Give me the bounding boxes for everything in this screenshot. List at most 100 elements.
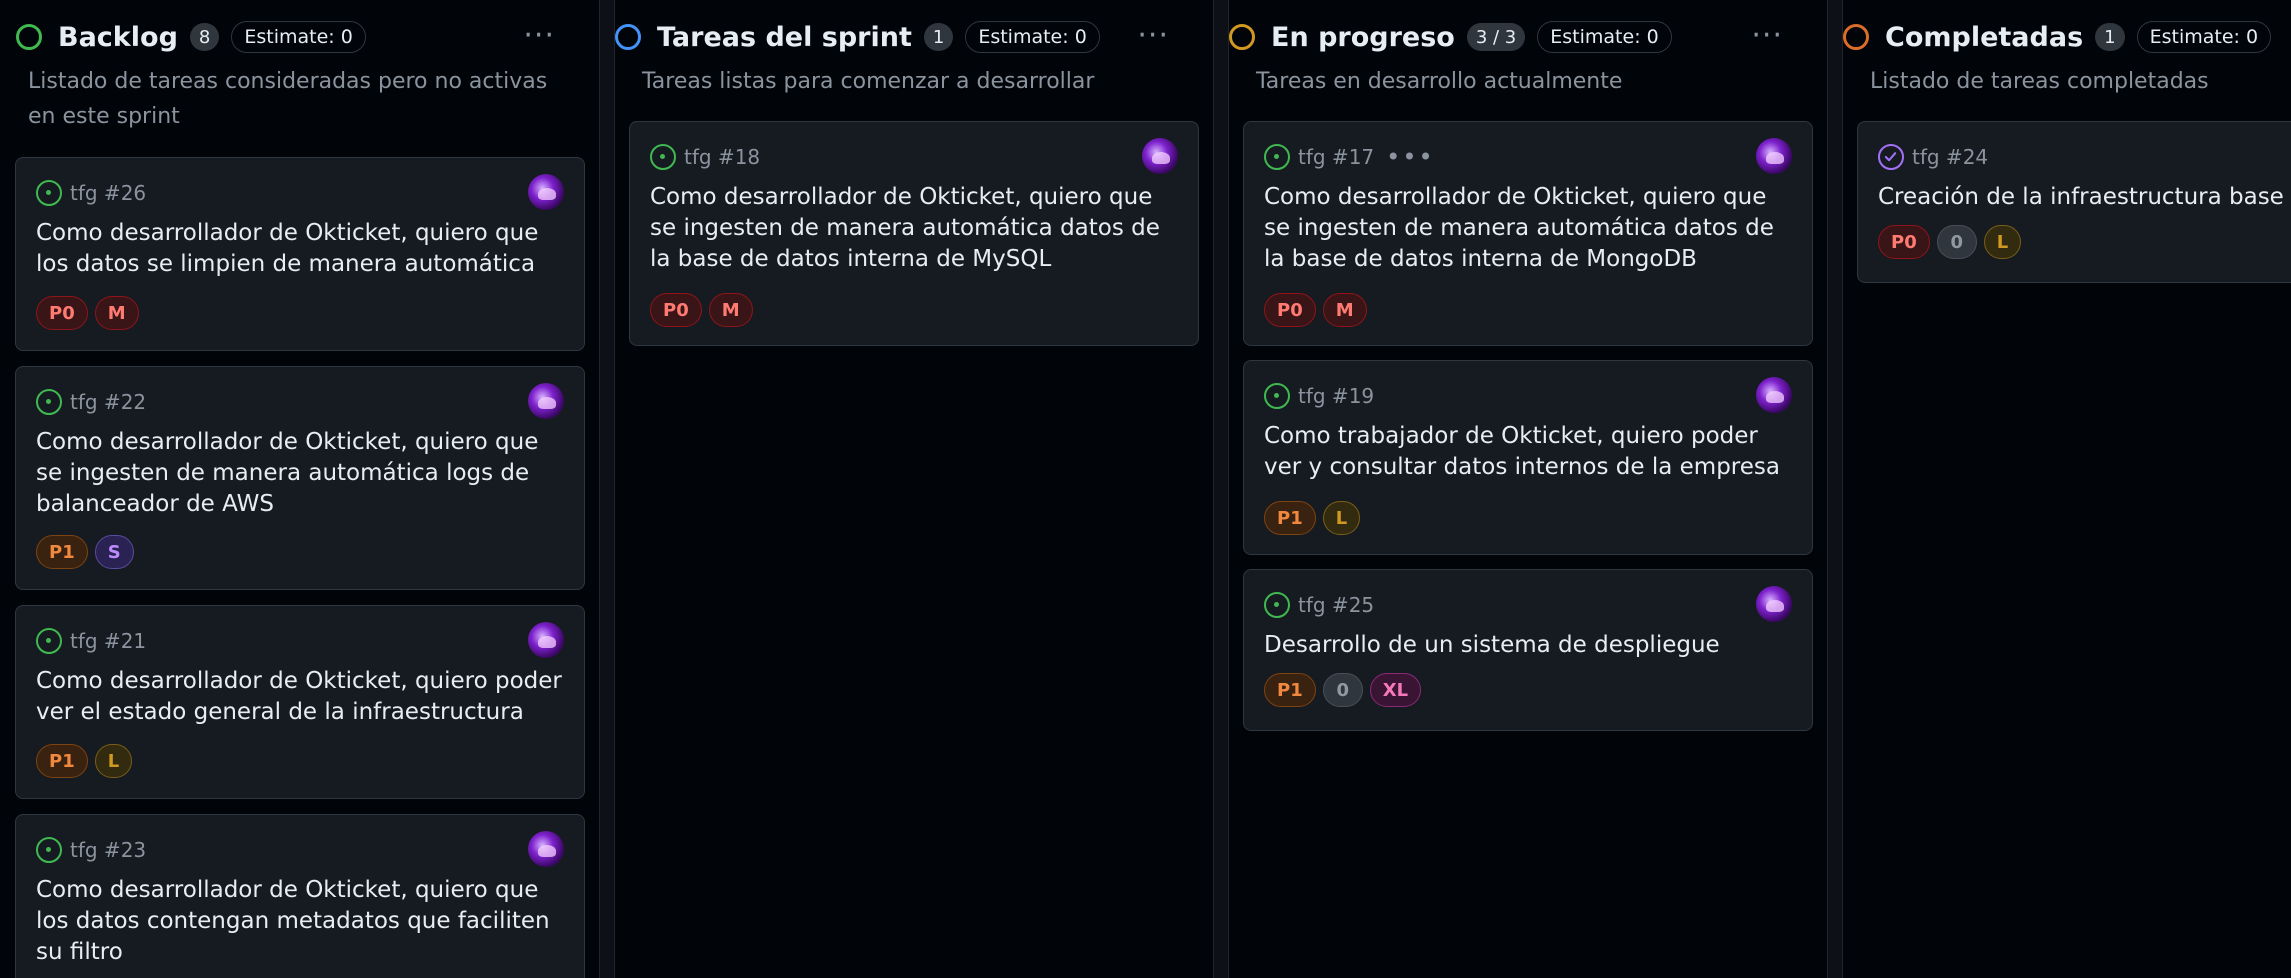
status-circle-icon: [1843, 24, 1869, 50]
assignee-avatar[interactable]: [1756, 138, 1792, 174]
card-header: tfg #22: [36, 387, 146, 417]
issue-title[interactable]: Como desarrollador de Okticket, quiero q…: [36, 218, 570, 280]
column-divider[interactable]: [1213, 0, 1229, 978]
issue-reference[interactable]: tfg #26: [70, 181, 146, 205]
priority-label[interactable]: P1: [1264, 673, 1316, 707]
issue-card[interactable]: tfg #21 Como desarrollador de Okticket, …: [15, 605, 585, 799]
column-backlog: Backlog 8 Estimate: 0 ··· Listado de tar…: [0, 0, 599, 978]
assignee-avatar[interactable]: [1756, 377, 1792, 413]
more-options-icon[interactable]: •••: [1386, 145, 1434, 169]
open-issue-icon: [36, 837, 62, 863]
issue-card[interactable]: tfg #18 Como desarrollador de Okticket, …: [629, 121, 1199, 346]
column-menu-icon[interactable]: ···: [1137, 21, 1169, 51]
size-label[interactable]: S: [94, 535, 134, 569]
column-menu-icon[interactable]: ···: [523, 21, 555, 51]
card-header: tfg #24: [1878, 142, 1988, 172]
open-issue-icon: [36, 389, 62, 415]
issue-title[interactable]: Como trabajador de Okticket, quiero pode…: [1264, 421, 1798, 483]
estimate-badge: Estimate: 0: [965, 21, 1100, 53]
open-issue-icon: [1264, 383, 1290, 409]
issue-title[interactable]: Como desarrollador de Okticket, quiero q…: [36, 427, 570, 520]
issue-card[interactable]: tfg #24 Creación de la infraestructura b…: [1857, 121, 2291, 283]
column-menu-icon[interactable]: ···: [1751, 21, 1783, 51]
issue-reference[interactable]: tfg #24: [1912, 145, 1988, 169]
status-circle-icon: [615, 24, 641, 50]
status-circle-icon: [16, 24, 42, 50]
column-in-progress: En progreso 3 / 3 Estimate: 0 ··· Tareas…: [1229, 0, 1827, 978]
column-title[interactable]: Backlog: [58, 22, 178, 53]
priority-label[interactable]: P1: [36, 744, 88, 778]
assignee-avatar[interactable]: [528, 622, 564, 658]
open-issue-icon: [36, 180, 62, 206]
issue-title[interactable]: Desarrollo de un sistema de despliegue: [1264, 630, 1798, 661]
label-list: P0 M: [650, 293, 753, 327]
issue-card[interactable]: tfg #19 Como trabajador de Okticket, qui…: [1243, 360, 1813, 555]
size-label[interactable]: M: [1322, 293, 1367, 327]
size-label[interactable]: L: [94, 744, 133, 778]
column-title[interactable]: Completadas: [1885, 22, 2083, 53]
label-list: P0 M: [36, 296, 139, 330]
issue-title[interactable]: Como desarrollador de Okticket, quiero p…: [36, 666, 570, 728]
issue-reference[interactable]: tfg #19: [1298, 384, 1374, 408]
issue-reference[interactable]: tfg #21: [70, 629, 146, 653]
issue-card[interactable]: tfg #23 Como desarrollador de Okticket, …: [15, 814, 585, 978]
column-divider[interactable]: [599, 0, 615, 978]
issue-card[interactable]: tfg #26 Como desarrollador de Okticket, …: [15, 157, 585, 351]
column-header: Completadas 1 Estimate: 0: [1843, 18, 2291, 56]
size-label[interactable]: L: [1322, 501, 1361, 535]
card-header: tfg #19: [1264, 381, 1374, 411]
issue-reference[interactable]: tfg #18: [684, 145, 760, 169]
priority-label[interactable]: P1: [36, 535, 88, 569]
card-header: tfg #17 •••: [1264, 142, 1435, 172]
issue-title[interactable]: Como desarrollador de Okticket, quiero q…: [1264, 182, 1798, 275]
priority-label[interactable]: P1: [1264, 501, 1316, 535]
issue-reference[interactable]: tfg #23: [70, 838, 146, 862]
column-title[interactable]: Tareas del sprint: [657, 22, 912, 53]
estimate-label[interactable]: 0: [1322, 673, 1363, 707]
closed-issue-check-icon: [1878, 144, 1904, 170]
assignee-avatar[interactable]: [1756, 586, 1792, 622]
item-count-badge: 8: [189, 23, 220, 51]
estimate-label[interactable]: 0: [1936, 225, 1977, 259]
size-label[interactable]: XL: [1369, 673, 1422, 707]
priority-label[interactable]: P0: [36, 296, 88, 330]
column-description: Tareas en desarrollo actualmente: [1256, 69, 1623, 94]
assignee-avatar[interactable]: [1142, 138, 1178, 174]
priority-label[interactable]: P0: [1264, 293, 1316, 327]
card-header: tfg #21: [36, 626, 146, 656]
item-count-badge: 1: [923, 23, 954, 51]
card-header: tfg #25: [1264, 590, 1374, 620]
column-header: Backlog 8 Estimate: 0 ···: [0, 18, 599, 56]
priority-label[interactable]: P0: [650, 293, 702, 327]
assignee-avatar[interactable]: [528, 831, 564, 867]
estimate-badge: Estimate: 0: [231, 21, 366, 53]
project-board: Backlog 8 Estimate: 0 ··· Listado de tar…: [0, 0, 2291, 978]
issue-reference[interactable]: tfg #22: [70, 390, 146, 414]
label-list: P1 0 XL: [1264, 673, 1422, 707]
size-label[interactable]: M: [708, 293, 753, 327]
label-list: P1 L: [36, 744, 133, 778]
issue-card[interactable]: tfg #22 Como desarrollador de Okticket, …: [15, 366, 585, 590]
assignee-avatar[interactable]: [528, 174, 564, 210]
issue-card[interactable]: tfg #17 ••• Como desarrollador de Oktick…: [1243, 121, 1813, 346]
issue-card[interactable]: tfg #25 Desarrollo de un sistema de desp…: [1243, 569, 1813, 731]
column-description: Listado de tareas consideradas pero no a…: [28, 69, 548, 129]
column-completed: Completadas 1 Estimate: 0 Listado de tar…: [1843, 0, 2291, 978]
column-header: En progreso 3 / 3 Estimate: 0 ···: [1229, 18, 1827, 56]
issue-reference[interactable]: tfg #25: [1298, 593, 1374, 617]
label-list: P1 L: [1264, 501, 1361, 535]
issue-title[interactable]: Creación de la infraestructura base: [1878, 182, 2291, 213]
open-issue-icon: [1264, 144, 1290, 170]
size-label[interactable]: M: [94, 296, 139, 330]
issue-reference[interactable]: tfg #17: [1298, 145, 1374, 169]
priority-label[interactable]: P0: [1878, 225, 1930, 259]
item-count-badge: 3 / 3: [1466, 23, 1526, 51]
assignee-avatar[interactable]: [528, 383, 564, 419]
issue-title[interactable]: Como desarrollador de Okticket, quiero q…: [650, 182, 1184, 275]
column-title[interactable]: En progreso: [1271, 22, 1455, 53]
label-list: P0 M: [1264, 293, 1367, 327]
column-divider[interactable]: [1827, 0, 1843, 978]
issue-title[interactable]: Como desarrollador de Okticket, quiero q…: [36, 875, 570, 968]
size-label[interactable]: L: [1983, 225, 2022, 259]
open-issue-icon: [36, 628, 62, 654]
